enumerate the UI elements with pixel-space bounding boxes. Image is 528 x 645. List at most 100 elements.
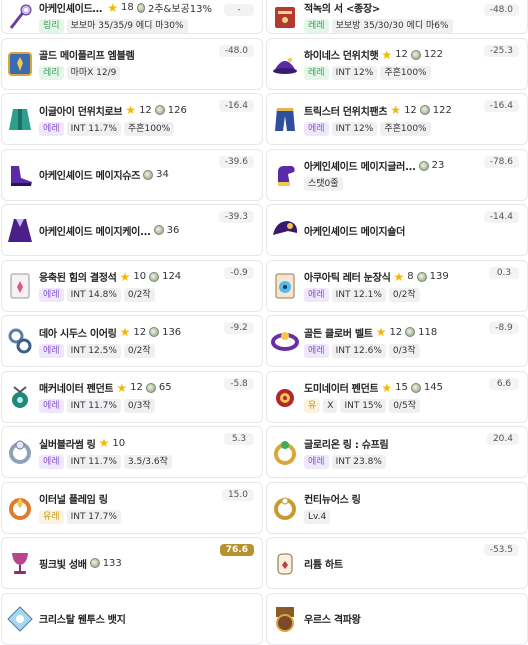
item-info: 이글아이 던위치로브 ★ 12 126 에레 INT 11.7% 주흔100% bbox=[39, 94, 212, 144]
item-card[interactable]: 우르스 격파왕 bbox=[266, 592, 528, 645]
item-name: 골든 클로버 벨트 bbox=[304, 328, 373, 340]
score-diff-badge: 15.0 bbox=[221, 488, 254, 501]
score-diff-badge: 20.4 bbox=[486, 433, 519, 445]
item-name-row: 골드 메이플리프 엠블렘 bbox=[39, 47, 212, 62]
scroll-value: 34 bbox=[156, 169, 169, 180]
item-card[interactable]: 트릭스터 던위치팬츠 ★ 12 122 에레 INT 12% 주흔100% -16.4 bbox=[266, 93, 528, 145]
item-card[interactable]: 데아 시두스 이어링 ★ 12 136 에레 INT 12.5% 0/2작 -9.2 bbox=[1, 315, 263, 367]
scroll-icon bbox=[153, 225, 164, 235]
score-diff-badge: -16.4 bbox=[218, 100, 254, 112]
badge-icon bbox=[5, 604, 35, 634]
score-diff-badge: -9.2 bbox=[224, 322, 254, 334]
item-tags: 에레 INT 14.8% 0/2작 bbox=[39, 288, 212, 302]
item-tags: 레레 INT 12% 주흔100% bbox=[304, 66, 477, 80]
item-card[interactable]: 아쿠아틱 레터 눈장식 ★ 8 139 에레 INT 12.1% 0/2작 0.3 bbox=[266, 259, 528, 312]
stat-tag: X bbox=[323, 399, 338, 413]
earring-icon bbox=[5, 326, 35, 356]
item-info: 적녹의 서 <종장> 레레 보보방 35/30/30 에디 마6% bbox=[304, 0, 477, 33]
item-info: 데아 시두스 이어링 ★ 12 136 에레 INT 12.5% 0/2작 bbox=[39, 316, 212, 366]
item-card[interactable]: 글로리온 링 : 슈프림 에레 INT 23.8% 20.4 bbox=[266, 426, 528, 478]
score-diff-badge: -14.4 bbox=[483, 211, 519, 223]
item-card[interactable]: 아케인셰이드 스태프★18 2추&보공13% 링리보보마 35/35/9 에디 마3… bbox=[1, 0, 263, 34]
scroll-value: 133 bbox=[102, 557, 122, 569]
item-card[interactable]: 이터널 플레임 링 유레 INT 17.7% 15.0 bbox=[1, 481, 263, 534]
item-tags: 유 X INT 15% 0/5작 bbox=[304, 399, 477, 413]
pendant3-icon bbox=[270, 382, 300, 412]
stat-tag: INT 12.5% bbox=[66, 343, 121, 358]
score-diff-badge: -78.6 bbox=[483, 155, 519, 168]
item-card[interactable]: 이글아이 던위치로브 ★ 12 126 에레 INT 11.7% 주흔100% -16.4 bbox=[1, 93, 263, 145]
item-info: 골드 메이플리프 엠블렘 레리 마마X 12/9 bbox=[39, 39, 212, 89]
item-card[interactable]: 골드 메이플리프 엠블렘 레리 마마X 12/9 -48.0 bbox=[1, 37, 263, 90]
item-info: 크리스탈 웬투스 뱃지 bbox=[39, 594, 212, 644]
item-name: 아케인셰이드 메이지슈즈 bbox=[39, 171, 141, 182]
star-icon: ★ bbox=[375, 325, 387, 339]
potential-grade-badge: 레리 bbox=[39, 66, 64, 80]
scroll-value: 139 bbox=[429, 271, 449, 282]
item-name: 컨티뉴어스 링 bbox=[304, 495, 361, 506]
ring2-icon bbox=[270, 437, 300, 467]
star-icon: ★ bbox=[381, 47, 393, 62]
item-name-row: 트릭스터 던위치팬츠 ★ 12 122 bbox=[304, 103, 477, 118]
item-card[interactable]: 골든 클로버 벨트 ★ 12 118 에레 INT 12.6% 0/3작 -8.9 bbox=[266, 315, 528, 367]
potential-grade-badge: 에레 bbox=[304, 121, 329, 136]
potential-grade-badge: 레레 bbox=[304, 19, 329, 33]
scroll-value: 136 bbox=[162, 326, 182, 338]
item-name-row: 핑크빛 성배 133 bbox=[39, 556, 212, 571]
item-name: 트릭스터 던위치팬츠 bbox=[304, 106, 388, 118]
potential-grade-badge: 에레 bbox=[39, 454, 64, 469]
item-name: 매커네이터 펜던트 bbox=[39, 384, 114, 395]
item-card[interactable]: 실버블라썸 링 ★ 10 에레 INT 11.7% 3.5/3.6작 5.3 bbox=[1, 426, 263, 478]
item-tags: 에레 INT 11.7% 0/3작 bbox=[39, 399, 212, 413]
score-diff-badge: 5.3 bbox=[224, 433, 254, 445]
star-icon: ★ bbox=[119, 325, 131, 339]
stat-tag: 0/2작 bbox=[123, 343, 155, 358]
stat-tag: 0/3작 bbox=[388, 343, 420, 358]
item-info: 핑크빛 성배 133 bbox=[39, 538, 212, 588]
item-card[interactable]: 하이네스 던위치햇 ★ 12 122 레레 INT 12% 주흔100% -25.3 bbox=[266, 37, 528, 90]
star-icon: ★ bbox=[390, 103, 402, 117]
item-info: 컨티뉴어스 링 Lv.4 bbox=[304, 483, 477, 533]
potential-grade-badge: 에레 bbox=[304, 288, 329, 302]
potential-grade-badge: 링리 bbox=[39, 19, 64, 33]
score-diff-badge: -39.6 bbox=[218, 155, 254, 168]
item-card[interactable]: 크리스탈 웬투스 뱃지 bbox=[1, 592, 263, 645]
item-info: 아케인셰이드 메이지케이... 36 bbox=[39, 205, 212, 255]
item-name-row: 응축된 힘의 결정석 ★ 10 124 bbox=[39, 269, 212, 285]
star-count: 12 bbox=[395, 49, 408, 60]
stat-tag: 보보방 35/30/30 에디 마6% bbox=[331, 19, 453, 33]
item-name: 아쿠아틱 레터 눈장식 bbox=[304, 273, 391, 284]
scroll-value: 23 bbox=[431, 160, 445, 171]
item-card[interactable]: 아케인셰이드 메이지글러... 23 스탯0줄 -78.6 bbox=[266, 148, 528, 201]
item-card[interactable]: 적녹의 서 <종장> 레레 보보방 35/30/30 에디 마6% -48.0 bbox=[266, 0, 528, 34]
item-card[interactable]: 아케인셰이드 메이지슈즈 34 -39.6 bbox=[1, 148, 263, 201]
item-tags: Lv.4 bbox=[304, 510, 477, 524]
item-card[interactable]: 아케인셰이드 메이지숄더 -14.4 bbox=[266, 204, 528, 256]
item-card[interactable]: 매커네이터 펜던트 ★ 12 65 에레 INT 11.7% 0/3작 -5.8 bbox=[1, 370, 263, 423]
item-card[interactable]: 핑크빛 성배 133 76.6 bbox=[1, 537, 263, 589]
item-card[interactable]: 리튬 하트 -53.5 bbox=[266, 537, 528, 589]
item-card[interactable]: 컨티뉴어스 링 Lv.4 bbox=[266, 481, 528, 534]
score-diff-badge: 76.6 bbox=[219, 544, 254, 556]
scroll-value: 126 bbox=[167, 104, 187, 116]
item-info: 트릭스터 던위치팬츠 ★ 12 122 에레 INT 12% 주흔100% bbox=[304, 94, 477, 144]
item-name: 크리스탈 웬투스 뱃지 bbox=[39, 615, 126, 626]
scroll-value: 122 bbox=[423, 49, 443, 60]
score-diff-badge: 6.6 bbox=[489, 377, 519, 390]
star-count: 12 bbox=[130, 382, 143, 393]
item-card[interactable]: 응축된 힘의 결정석 ★ 10 124 에레 INT 14.8% 0/2작 -0.9 bbox=[1, 259, 263, 312]
scroll-icon bbox=[136, 2, 145, 13]
item-card[interactable]: 아케인셰이드 메이지케이... 36 -39.3 bbox=[1, 204, 263, 256]
stat-tag: INT 23.8% bbox=[331, 454, 386, 469]
stat-tag: INT 11.7% bbox=[66, 399, 121, 413]
stat-tag: 주흔100% bbox=[380, 66, 431, 80]
item-tags: 레레 보보방 35/30/30 에디 마6% bbox=[304, 19, 477, 33]
stat-tag: INT 15% bbox=[340, 399, 387, 413]
scroll-value: 65 bbox=[158, 382, 172, 393]
item-info: 글로리온 링 : 슈프림 에레 INT 23.8% bbox=[304, 427, 477, 477]
stat-tag: 0/2작 bbox=[388, 288, 420, 302]
item-card[interactable]: 도미네이터 펜던트 ★ 15 145 유 X INT 15% 0/5작 6.6 bbox=[266, 370, 528, 423]
glove-icon bbox=[270, 160, 300, 190]
shoulder-icon bbox=[270, 215, 300, 245]
item-name: 글로리온 링 : 슈프림 bbox=[304, 439, 389, 451]
